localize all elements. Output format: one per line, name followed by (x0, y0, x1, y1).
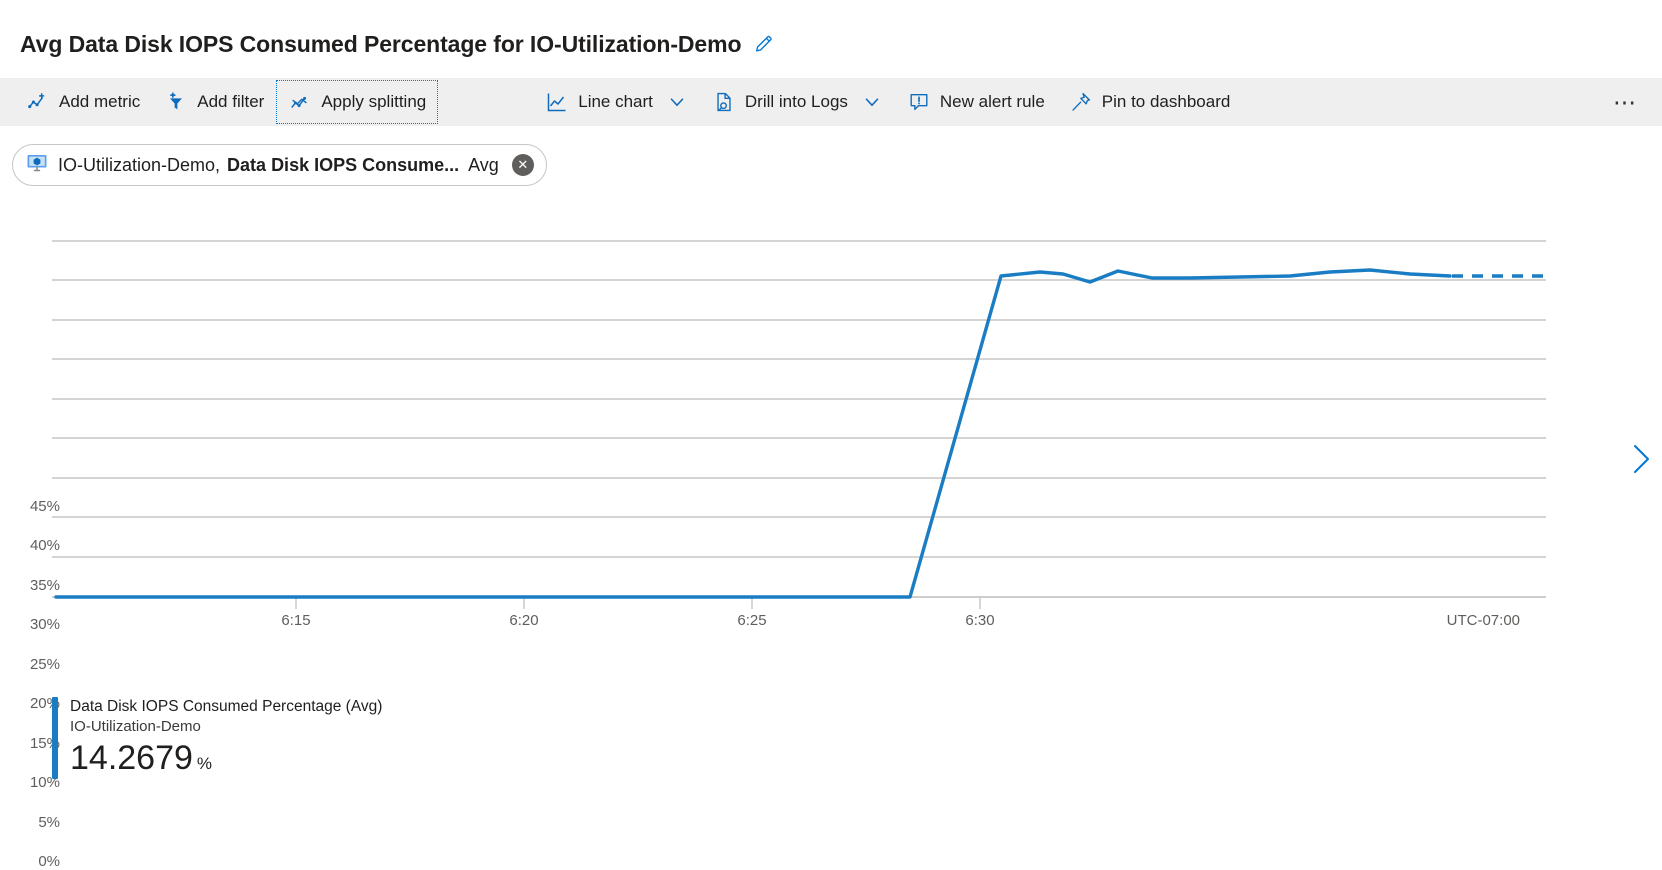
add-filter-label: Add filter (197, 92, 265, 111)
add-metric-button[interactable]: Add metric (14, 80, 152, 124)
metric-chip-close-icon[interactable]: ✕ (511, 154, 534, 176)
y-axis-tick: 45% (29, 498, 60, 515)
x-axis-tick: 6:20 (509, 612, 539, 629)
y-axis-tick: 30% (29, 616, 60, 633)
y-axis-tick: 15% (29, 735, 60, 752)
apply-splitting-button[interactable]: Apply splitting (276, 80, 439, 124)
chart-gridlines (52, 240, 1546, 598)
pencil-icon[interactable] (753, 33, 775, 55)
metric-chip-aggregation: Avg (468, 154, 499, 175)
chart-legend[interactable]: Data Disk IOPS Consumed Percentage (Avg)… (52, 697, 382, 779)
metric-chip-metric: Data Disk IOPS Consume... (227, 154, 460, 175)
line-chart-label: Line chart (578, 92, 653, 111)
legend-color-swatch (52, 697, 58, 779)
pin-to-dashboard-label: Pin to dashboard (1101, 92, 1231, 111)
apply-splitting-icon (288, 90, 312, 114)
metric-chip[interactable]: IO-Utilization-Demo, Data Disk IOPS Cons… (12, 144, 547, 186)
apply-splitting-label: Apply splitting (321, 92, 427, 111)
expand-panel-chevron-right-icon[interactable] (1628, 442, 1654, 481)
y-axis-tick: 25% (29, 656, 60, 673)
new-alert-rule-label: New alert rule (939, 92, 1045, 111)
page-header: Avg Data Disk IOPS Consumed Percentage f… (0, 0, 1662, 62)
virtual-machine-icon (25, 151, 49, 180)
timezone-label: UTC-07:00 (1446, 612, 1520, 629)
pin-icon (1069, 90, 1093, 114)
add-filter-icon (164, 90, 188, 114)
y-axis-tick: 10% (29, 774, 60, 791)
chart-toolbar: Add metric Add filter Apply splitting Li… (0, 78, 1662, 126)
legend-value-row: 14.2679% (70, 737, 382, 779)
legend-value: 14.2679 (70, 739, 193, 777)
pin-to-dashboard-button[interactable]: Pin to dashboard (1057, 80, 1243, 124)
add-metric-label: Add metric (59, 92, 141, 111)
drill-into-logs-label: Drill into Logs (744, 92, 848, 111)
chart-canvas (52, 240, 1546, 609)
x-axis-tick: 6:30 (965, 612, 995, 629)
drill-logs-icon (712, 90, 736, 114)
metrics-chart[interactable]: 45% 40% 35% 30% 25% 20% 15% 10% 5% 0% 6:… (0, 220, 1662, 870)
legend-unit: % (196, 754, 213, 773)
legend-text-block: Data Disk IOPS Consumed Percentage (Avg)… (70, 697, 382, 779)
add-metric-icon (26, 90, 50, 114)
alert-rule-icon (907, 90, 931, 114)
x-axis-tick: 6:15 (281, 612, 311, 629)
metric-chip-row: IO-Utilization-Demo, Data Disk IOPS Cons… (0, 126, 1662, 186)
y-axis-tick: 40% (29, 537, 60, 554)
y-axis-tick: 35% (29, 577, 60, 594)
page-title: Avg Data Disk IOPS Consumed Percentage f… (20, 30, 742, 57)
metric-chip-resource: IO-Utilization-Demo, (58, 154, 221, 175)
line-chart-button[interactable]: Line chart (533, 80, 700, 124)
toolbar-overflow-button[interactable]: ⋯ (1603, 80, 1648, 124)
chevron-down-icon[interactable] (861, 91, 883, 113)
chevron-down-icon[interactable] (666, 91, 688, 113)
legend-metric-name: Data Disk IOPS Consumed Percentage (Avg) (70, 698, 383, 715)
series-line-data-disk-iops (54, 268, 1452, 599)
drill-into-logs-button[interactable]: Drill into Logs (700, 80, 895, 124)
line-chart-icon (545, 90, 569, 114)
x-axis-tick: 6:25 (737, 612, 767, 629)
x-axis-ticks (295, 597, 981, 609)
y-axis-tick: 20% (29, 695, 60, 712)
add-filter-button[interactable]: Add filter (152, 80, 276, 124)
y-axis-tick: 0% (38, 853, 60, 870)
new-alert-rule-button[interactable]: New alert rule (895, 80, 1057, 124)
legend-resource-name: IO-Utilization-Demo (70, 718, 201, 735)
y-axis-tick: 5% (38, 814, 60, 831)
